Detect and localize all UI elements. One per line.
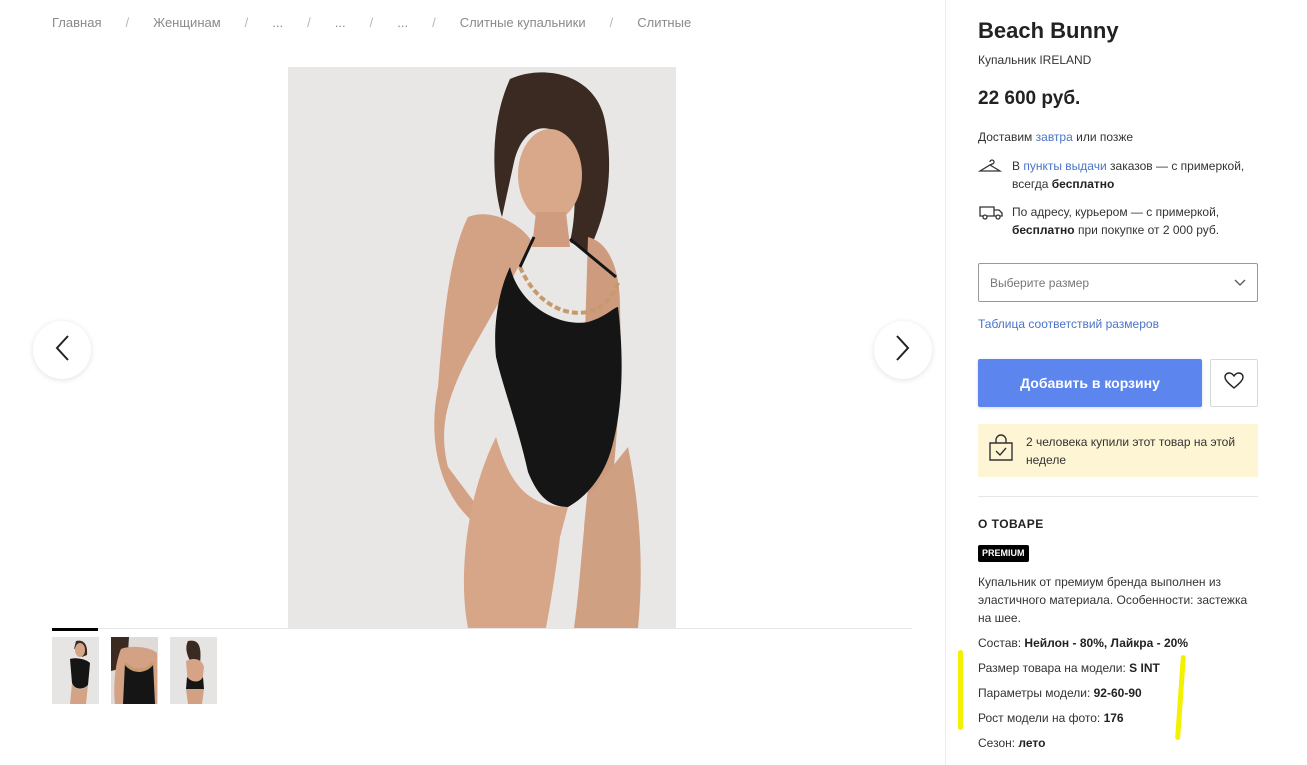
spec-value: S INT [1129, 661, 1160, 675]
spec-model-params: Параметры модели: 92-60-90 [978, 686, 1142, 700]
product-brand[interactable]: Beach Bunny [978, 18, 1119, 44]
breadcrumb-item-collapsed[interactable]: ... [335, 15, 346, 30]
spec-value: 92-60-90 [1093, 686, 1142, 700]
courier-prefix: По адресу, курьером — с примеркой, [1012, 205, 1220, 219]
chevron-down-icon [1234, 276, 1246, 290]
spec-model-size: Размер товара на модели: S INT [978, 661, 1160, 675]
breadcrumb-home[interactable]: Главная [52, 15, 101, 30]
breadcrumb-item-collapsed[interactable]: ... [397, 15, 408, 30]
panel-divider [945, 0, 946, 765]
pickup-free: бесплатно [1051, 177, 1115, 191]
gallery-prev-button[interactable] [33, 321, 91, 379]
breadcrumb-women[interactable]: Женщинам [153, 15, 221, 30]
breadcrumb-separator: / [609, 15, 614, 30]
purchase-notice-text: 2 человека купили этот товар на этой нед… [1026, 434, 1236, 467]
delivery-suffix: или позже [1072, 130, 1134, 144]
spec-value: 176 [1103, 711, 1124, 725]
pickup-prefix: В [1012, 159, 1024, 173]
spec-label: Размер товара на модели: [978, 661, 1130, 675]
favorite-button[interactable] [1210, 359, 1258, 407]
chevron-left-icon [54, 334, 70, 367]
add-to-cart-button[interactable]: Добавить в корзину [978, 359, 1202, 407]
spec-model-height: Рост модели на фото: 176 [978, 711, 1124, 725]
spec-label: Рост модели на фото: [978, 711, 1104, 725]
spec-value: Нейлон - 80%, Лайкра - 20% [1024, 636, 1188, 650]
spec-label: Сезон: [978, 736, 1019, 750]
product-model: Купальник IRELAND [978, 53, 1092, 67]
highlight-mark-left [958, 650, 963, 730]
thumbnail-active-indicator [52, 628, 98, 631]
pickup-text: В пункты выдачи заказов — с примеркой, в… [1012, 157, 1263, 193]
breadcrumb-separator: / [432, 15, 436, 30]
about-title: О ТОВАРЕ [978, 517, 1044, 531]
thumbnail-divider [52, 628, 912, 629]
thumbnail-1[interactable] [52, 637, 99, 704]
size-select-placeholder: Выберите размер [990, 275, 1090, 290]
breadcrumb-swimsuits[interactable]: Слитные купальники [460, 15, 586, 30]
delivery-pickup: В пункты выдачи заказов — с примеркой, в… [977, 157, 1263, 193]
highlight-mark-right [1175, 654, 1186, 741]
courier-rest: при покупке от 2 000 руб. [1074, 223, 1220, 237]
purchase-notice: 2 человека купили этот товар на этой нед… [978, 424, 1258, 477]
thumbnail-3[interactable] [170, 637, 217, 704]
product-description: Купальник от премиум бренда выполнен из … [978, 575, 1248, 625]
delivery-date-link[interactable]: завтра [1036, 130, 1073, 144]
courier-text: По адресу, курьером — с примеркой, беспл… [1012, 203, 1263, 239]
spec-value: лето [1018, 736, 1046, 750]
courier-free: бесплатно [1012, 223, 1075, 237]
product-main-image[interactable] [288, 67, 676, 628]
spec-composition: Состав: Нейлон - 80%, Лайкра - 20% [978, 636, 1188, 650]
breadcrumb-separator: / [369, 15, 374, 30]
size-select[interactable]: Выберите размер [978, 263, 1258, 302]
thumbnail-2[interactable] [111, 637, 158, 704]
premium-badge: PREMIUM [978, 545, 1029, 562]
spec-label: Состав: [978, 636, 1025, 650]
pickup-points-link[interactable]: пункты выдачи [1023, 159, 1106, 173]
product-price: 22 600 руб. [978, 88, 1081, 109]
breadcrumb: Главная / Женщинам / ... / ... / ... / С… [52, 15, 691, 30]
truck-icon [978, 203, 1012, 239]
breadcrumb-separator: / [244, 15, 249, 30]
section-divider [978, 496, 1258, 497]
breadcrumb-separator: / [125, 15, 130, 30]
breadcrumb-separator: / [307, 15, 311, 30]
delivery-date: Доставим завтра или позже [978, 130, 1133, 144]
breadcrumb-item-collapsed[interactable]: ... [272, 15, 283, 30]
hanger-icon [977, 157, 1012, 193]
gallery-next-button[interactable] [874, 321, 932, 379]
delivery-prefix: Доставим [978, 130, 1036, 144]
shopping-bag-check-icon [988, 434, 1026, 467]
breadcrumb-current[interactable]: Слитные [637, 15, 691, 30]
spec-label: Параметры модели: [978, 686, 1094, 700]
heart-icon [1224, 371, 1244, 395]
delivery-courier: По адресу, курьером — с примеркой, беспл… [978, 203, 1263, 239]
spec-season: Сезон: лето [978, 736, 1045, 750]
chevron-right-icon [895, 334, 911, 367]
size-table-link[interactable]: Таблица соответствий размеров [978, 317, 1159, 331]
